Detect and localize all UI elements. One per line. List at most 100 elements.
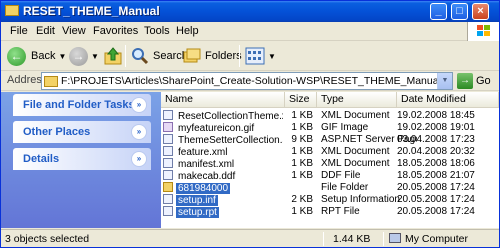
- file-size: 1 KB: [291, 122, 313, 133]
- file-size: 1 KB: [291, 146, 313, 157]
- aspx-file-icon: [163, 134, 173, 144]
- file-size: 1 KB: [291, 170, 313, 181]
- ddf-file-icon: [163, 170, 173, 180]
- file-row[interactable]: ThemeSetterCollection.aspx 9 KB ASP.NET …: [161, 134, 499, 146]
- file-date: 19.02.2008 19:01: [397, 122, 475, 133]
- windows-flag-icon: [477, 25, 491, 37]
- go-button[interactable]: → Go: [457, 73, 491, 89]
- panel-file-and-folder-tasks[interactable]: File and Folder Tasks »: [13, 94, 151, 116]
- status-separator: [383, 232, 384, 246]
- address-dropdown-button[interactable]: ▼: [437, 73, 452, 89]
- panel-other-places[interactable]: Other Places »: [13, 121, 151, 143]
- windows-logo: [467, 22, 499, 41]
- folders-label: Folders: [205, 50, 242, 62]
- file-list[interactable]: Name Size Type Date Modified ResetCollec…: [161, 92, 499, 228]
- status-location: My Computer: [389, 232, 468, 246]
- folder-icon: [163, 182, 173, 192]
- file-row-selected[interactable]: 681984000 File Folder 20.05.2008 17:24: [161, 182, 499, 194]
- search-icon: [132, 48, 149, 65]
- file-date: 20.05.2008 17:24: [397, 194, 475, 205]
- file-row[interactable]: makecab.ddf 1 KB DDF File 18.05.2008 21:…: [161, 170, 499, 182]
- back-button[interactable]: ← Back ▼: [7, 44, 66, 68]
- file-row-selected[interactable]: setup.rpt 1 KB RPT File 20.05.2008 17:24: [161, 206, 499, 218]
- chevron-down-icon[interactable]: ▼: [91, 52, 99, 61]
- file-row[interactable]: myfeatureicon.gif 1 KB GIF Image 19.02.2…: [161, 122, 499, 134]
- file-size: 1 KB: [291, 110, 313, 121]
- address-bar: Address F:\PROJETS\Articles\SharePoint_C…: [1, 71, 499, 91]
- expand-chevron-icon[interactable]: »: [131, 151, 147, 167]
- file-name: setup.rpt: [176, 207, 219, 218]
- toolbar: ← Back ▼ → ▼ Search Folders ▼: [1, 41, 499, 71]
- file-row[interactable]: feature.xml 1 KB XML Document 20.04.2008…: [161, 146, 499, 158]
- title-bar[interactable]: RESET_THEME_Manual _ □ ×: [1, 1, 499, 22]
- menu-edit[interactable]: Edit: [36, 25, 55, 37]
- panel-details[interactable]: Details »: [13, 148, 151, 170]
- column-header-date-modified[interactable]: Date Modified: [397, 92, 499, 108]
- close-button[interactable]: ×: [472, 3, 489, 20]
- file-size: 9 KB: [291, 134, 313, 145]
- column-header-name[interactable]: Name: [161, 92, 285, 108]
- file-name: ResetCollectionTheme.xml: [178, 111, 283, 122]
- file-date: 19.02.2008 18:45: [397, 110, 475, 121]
- panel-title: File and Folder Tasks: [23, 99, 135, 111]
- my-computer-icon: [389, 233, 401, 243]
- xml-file-icon: [163, 110, 173, 120]
- chevron-down-icon[interactable]: ▼: [268, 52, 276, 61]
- folder-icon: [44, 76, 58, 87]
- file-date: 20.04.2008 20:32: [397, 146, 475, 157]
- menu-tools[interactable]: Tools: [144, 25, 170, 37]
- go-label: Go: [476, 75, 491, 87]
- folders-button[interactable]: Folders: [183, 44, 242, 68]
- up-folder-icon: [104, 47, 122, 65]
- menu-help[interactable]: Help: [176, 25, 199, 37]
- file-row[interactable]: ResetCollectionTheme.xml 1 KB XML Docume…: [161, 110, 499, 122]
- rpt-file-icon: [163, 206, 173, 216]
- file-name: setup.inf: [176, 195, 218, 206]
- folders-icon: [183, 48, 201, 63]
- file-row-selected[interactable]: setup.inf 2 KB Setup Information 20.05.2…: [161, 194, 499, 206]
- file-name: myfeatureicon.gif: [178, 123, 255, 134]
- file-date: 20.05.2008 17:24: [397, 206, 475, 217]
- folder-icon: [5, 5, 19, 16]
- status-bar: 3 objects selected 1.44 KB My Computer: [1, 229, 499, 247]
- address-field[interactable]: F:\PROJETS\Articles\SharePoint_Create-So…: [41, 72, 453, 90]
- file-date: 03.04.2008 17:23: [397, 134, 475, 145]
- menu-bar: File Edit View Favorites Tools Help: [1, 22, 499, 41]
- file-row[interactable]: manifest.xml 1 KB XML Document 18.05.200…: [161, 158, 499, 170]
- chevron-down-icon[interactable]: ▼: [58, 52, 66, 61]
- file-size: 1 KB: [291, 158, 313, 169]
- inf-file-icon: [163, 194, 173, 204]
- menu-file[interactable]: File: [10, 25, 28, 37]
- minimize-button[interactable]: _: [430, 3, 447, 20]
- column-header-type[interactable]: Type: [317, 92, 397, 108]
- address-path[interactable]: F:\PROJETS\Articles\SharePoint_Create-So…: [61, 75, 441, 87]
- back-arrow-icon: ←: [7, 46, 26, 66]
- file-date: 20.05.2008 17:24: [397, 182, 475, 193]
- explorer-window: RESET_THEME_Manual _ □ × File Edit View …: [0, 0, 500, 248]
- file-size: [285, 182, 313, 194]
- expand-chevron-icon[interactable]: »: [131, 97, 147, 113]
- status-separator: [323, 232, 324, 246]
- expand-chevron-icon[interactable]: »: [131, 124, 147, 140]
- file-size: 1 KB: [291, 206, 313, 217]
- window-title: RESET_THEME_Manual: [23, 4, 160, 18]
- menu-view[interactable]: View: [62, 25, 86, 37]
- gif-image-icon: [163, 122, 173, 132]
- menu-favorites[interactable]: Favorites: [93, 25, 138, 37]
- views-button[interactable]: ▼: [245, 44, 276, 68]
- xml-file-icon: [163, 146, 173, 156]
- status-size: 1.44 KB: [333, 233, 371, 245]
- file-name: feature.xml: [178, 147, 228, 158]
- toolbar-separator: [239, 45, 240, 67]
- column-header-size[interactable]: Size: [285, 92, 317, 108]
- back-label: Back: [31, 50, 56, 62]
- panel-title: Other Places: [23, 126, 91, 138]
- file-date: 18.05.2008 21:07: [397, 170, 475, 181]
- maximize-button[interactable]: □: [451, 3, 468, 20]
- column-header-row: Name Size Type Date Modified: [161, 92, 499, 108]
- up-folder-button[interactable]: [103, 44, 123, 68]
- toolbar-separator: [125, 45, 126, 67]
- search-button[interactable]: Search: [131, 44, 188, 68]
- forward-button[interactable]: → ▼: [69, 44, 99, 68]
- file-name: manifest.xml: [178, 159, 235, 170]
